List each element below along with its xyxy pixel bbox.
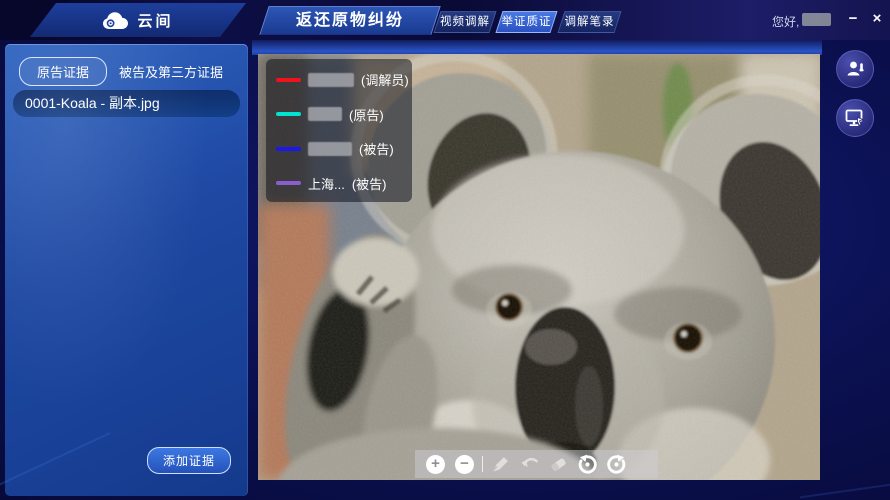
undo-icon [521,457,538,467]
user-name-redacted [802,13,831,26]
image-annotation-toolbar: + − [415,450,658,478]
tab-video-mediation[interactable]: 视频调解 [433,11,497,33]
defendant2-color-dash [276,181,301,186]
defendant1-name-redacted [308,141,352,156]
zoom-out-icon: − [455,454,474,474]
defendant1-color-dash [276,146,301,151]
legend-row-defendant-2: 上海... (被告) [276,174,402,193]
top-separator-band [252,40,822,55]
evidence-image-viewer: (调解员) (原告) (被告) 上海... (被告) + − [258,54,820,480]
pen-icon [493,456,508,472]
mediator-role-label: (调解员) [361,73,409,88]
tab-label: 调解笔录 [564,16,615,28]
defendant2-name: 上海... [308,176,345,192]
participants-icon [847,61,864,76]
evidence-sidebar: 原告证据 被告及第三方证据 0001-Koala - 副本.jpg 添加证据 [5,44,248,496]
screen-share-icon [845,109,865,126]
toolbar-divider [482,456,483,472]
rotate-left-button[interactable] [573,450,602,478]
cloud-logo-icon [102,11,129,30]
logo-panel: 云间 [30,3,246,37]
undo-button[interactable] [515,450,544,478]
app-window: 云间 返还原物纠纷 视频调解 举证质证 调解笔录 您好, − × 原告证据 被告… [0,0,890,500]
rotate-right-button[interactable] [602,450,631,478]
eraser-button[interactable] [544,450,573,478]
plaintiff-color-dash [276,112,301,117]
tab-mediation-record[interactable]: 调解笔录 [557,11,622,33]
evidence-file-item[interactable]: 0001-Koala - 副本.jpg [13,90,240,117]
zoom-in-icon: + [426,454,445,474]
tab-plaintiff-evidence[interactable]: 原告证据 [19,57,108,86]
participants-button[interactable] [836,50,874,88]
zoom-out-button[interactable]: − [450,450,479,478]
zoom-in-button[interactable]: + [421,450,450,478]
defendant2-role-label: (被告) [351,176,387,192]
greeting-text: 您好, [772,15,800,29]
legend-row-defendant-1: (被告) [276,139,402,158]
legend-row-mediator: (调解员) [276,70,409,89]
tab-defendant-evidence[interactable]: 被告及第三方证据 [119,62,223,81]
evidence-tabs: 原告证据 被告及第三方证据 [19,57,223,86]
participant-legend: (调解员) (原告) (被告) 上海... (被告) [266,59,412,202]
top-bar: 云间 返还原物纠纷 视频调解 举证质证 调解笔录 您好, − × [0,0,890,40]
case-title-banner: 返还原物纠纷 [259,6,441,35]
eraser-icon [551,458,566,471]
defendant1-role-label: (被告) [359,142,394,158]
tab-evidence-examination[interactable]: 举证质证 [495,11,558,33]
screen-share-button[interactable] [836,99,874,137]
plaintiff-role-label: (原告) [349,107,384,123]
mediator-name-redacted [308,72,354,87]
corner-decoration [799,479,890,500]
tab-label: 举证质证 [501,16,552,28]
rotate-right-icon [607,454,626,474]
tab-label: 视频调解 [440,16,490,28]
mediator-color-dash [276,77,301,82]
minimize-button[interactable]: − [842,7,864,31]
pen-tool-button[interactable] [486,450,515,478]
add-evidence-button[interactable]: 添加证据 [146,447,231,474]
rotate-left-icon [578,454,597,474]
case-title: 返还原物纠纷 [295,12,404,29]
legend-row-plaintiff: (原告) [276,105,402,124]
close-button[interactable]: × [866,7,888,31]
app-logo-text: 云间 [137,12,174,30]
plaintiff-name-redacted [308,107,342,122]
